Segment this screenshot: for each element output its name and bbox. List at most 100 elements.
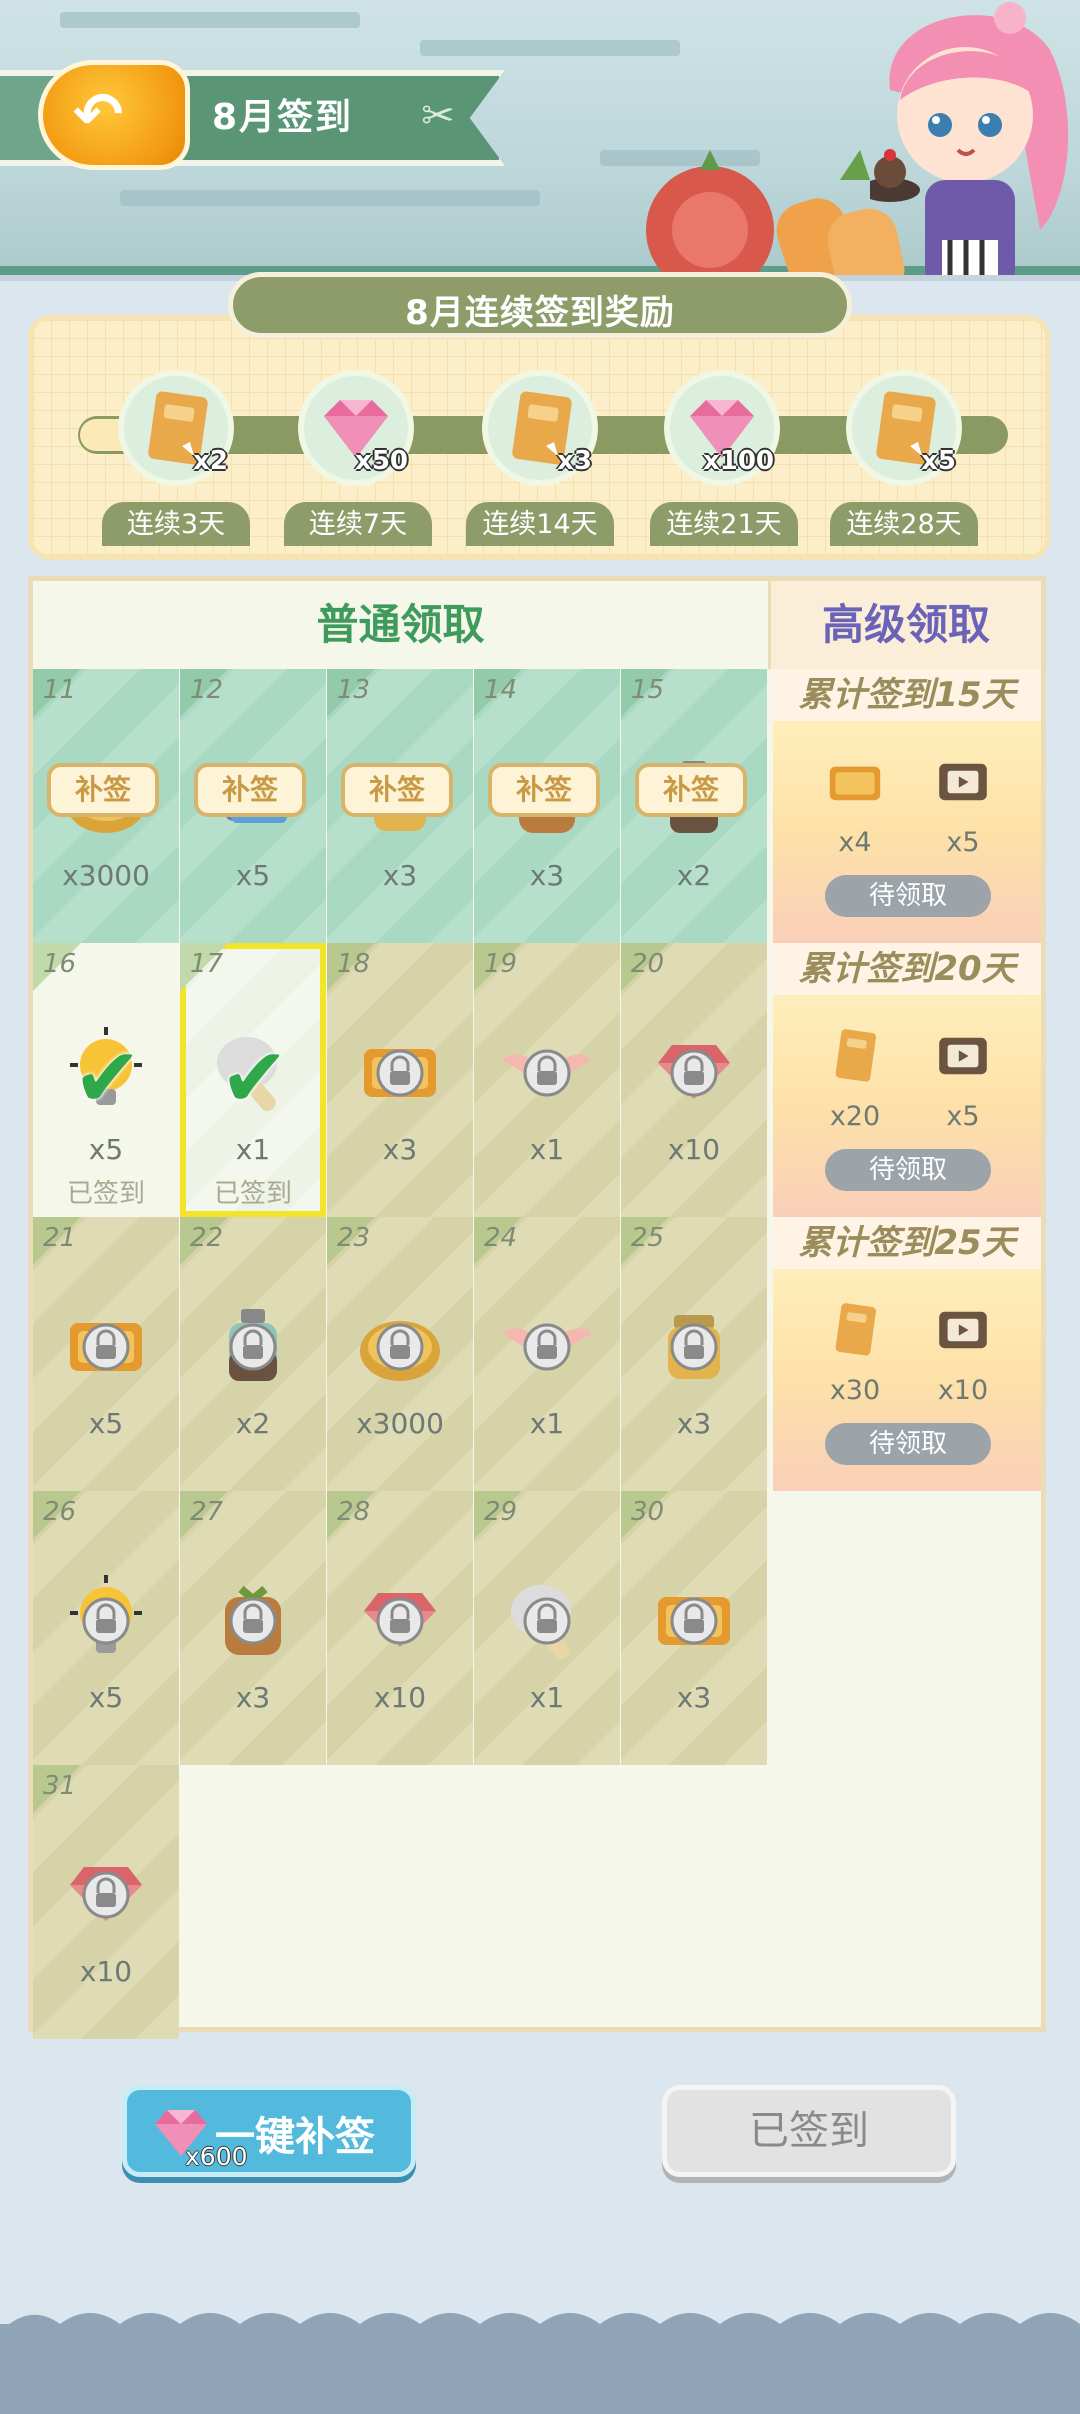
- signed-status: 已签到: [66, 1179, 145, 1209]
- day-cell-13[interactable]: 13 补签 x3: [327, 669, 473, 943]
- tier-reward-qty: x4: [838, 827, 872, 858]
- lightbulb-lock-icon: [56, 1569, 156, 1669]
- streak-title-banner: 8月连续签到奖励: [228, 272, 852, 338]
- day-number: 26: [43, 1497, 77, 1527]
- makeup-sign-badge[interactable]: 补签: [341, 763, 453, 817]
- reward-qty: x3: [235, 1681, 271, 1714]
- makeup-sign-badge[interactable]: 补签: [47, 763, 159, 817]
- day-cell-20[interactable]: 20 x10: [621, 943, 767, 1217]
- premium-claim-header: 高级领取: [771, 581, 1041, 669]
- background-shelf: [60, 12, 360, 28]
- tier-reward-qty: x20: [829, 1101, 881, 1132]
- day-cell-25[interactable]: 25 x3: [621, 1217, 767, 1491]
- day-number: 21: [43, 1223, 77, 1253]
- basic-claim-header: 普通领取: [33, 581, 771, 669]
- day-cell-22[interactable]: 22 x2: [180, 1217, 326, 1491]
- day-number: 29: [484, 1497, 518, 1527]
- day-cell-31[interactable]: 31 x10: [33, 1765, 179, 2039]
- day-number: 24: [484, 1223, 518, 1253]
- day-cell-27[interactable]: 27 x3: [180, 1491, 326, 1765]
- tier-reward-qty: x30: [829, 1375, 881, 1406]
- day-number: 12: [190, 675, 224, 705]
- day-cell-15[interactable]: 15 补签 x2: [621, 669, 767, 943]
- ticket-lock-icon: [644, 1569, 744, 1669]
- reward-qty: x5: [235, 859, 271, 892]
- bottle-lock-icon: [203, 1295, 303, 1395]
- day-number: 16: [43, 949, 77, 979]
- day-cell-18[interactable]: 18 x3: [327, 943, 473, 1217]
- jar-lock-icon: [644, 1295, 744, 1395]
- streak-reward-21[interactable]: x100: [664, 370, 780, 486]
- tier-claim-button[interactable]: 待领取: [825, 1423, 991, 1465]
- premium-tier-2: 累计签到20天 x20 x5 待领取: [773, 943, 1041, 1217]
- tier-title: 累计签到15天: [773, 669, 1041, 721]
- wings-lock-icon: [497, 1021, 597, 1121]
- day-cell-30[interactable]: 30 x3: [621, 1491, 767, 1765]
- tier-reward-qty: x5: [946, 1101, 980, 1132]
- tier-claim-button[interactable]: 待领取: [825, 875, 991, 917]
- day-cell-12[interactable]: 12 补签 x5: [180, 669, 326, 943]
- reward-qty: x2: [235, 1407, 271, 1440]
- checkmark-icon: ✔: [73, 1031, 142, 1126]
- day-number: 15: [631, 675, 665, 705]
- coin-lock-icon: [350, 1295, 450, 1395]
- one-click-makeup-button[interactable]: x600 一键补签: [122, 2085, 416, 2177]
- reward-qty: x3: [676, 1407, 712, 1440]
- utensils-icon: ✂: [421, 93, 455, 139]
- back-button[interactable]: ↶: [38, 60, 190, 170]
- streak-label-21: 连续21天: [650, 502, 798, 546]
- day-number: 31: [43, 1771, 77, 1801]
- sack-lock-icon: [203, 1569, 303, 1669]
- day-cell-23[interactable]: 23 x3000: [327, 1217, 473, 1491]
- streak-reward-28[interactable]: x5: [846, 370, 962, 486]
- background-shelf: [120, 190, 540, 206]
- makeup-sign-badge[interactable]: 补签: [488, 763, 600, 817]
- day-cell-14[interactable]: 14 补签 x3: [474, 669, 620, 943]
- bottom-decoration: [0, 2313, 1080, 2414]
- ticket-icon: [820, 747, 890, 817]
- streak-reward-qty: x100: [702, 446, 774, 476]
- day-number: 19: [484, 949, 518, 979]
- tier-title: 累计签到20天: [773, 943, 1041, 995]
- streak-reward-14[interactable]: x3: [482, 370, 598, 486]
- premium-tier-1: 累计签到15天 x4 x5 待领取: [773, 669, 1041, 943]
- recipe-book-icon: [820, 1021, 890, 1091]
- day-cell-29[interactable]: 29 x1: [474, 1491, 620, 1765]
- streak-label-28: 连续28天: [830, 502, 978, 546]
- day-cell-26[interactable]: 26 x5: [33, 1491, 179, 1765]
- wings-lock-icon: [497, 1295, 597, 1395]
- day-cell-21[interactable]: 21 x5: [33, 1217, 179, 1491]
- streak-reward-7[interactable]: x50: [298, 370, 414, 486]
- signed-button[interactable]: 已签到: [662, 2085, 956, 2177]
- gem-lock-icon: [56, 1843, 156, 1943]
- day-cell-28[interactable]: 28 x10: [327, 1491, 473, 1765]
- makeup-sign-badge[interactable]: 补签: [635, 763, 747, 817]
- day-cell-24[interactable]: 24 x1: [474, 1217, 620, 1491]
- reward-qty: x3: [382, 859, 418, 892]
- makeup-sign-badge[interactable]: 补签: [194, 763, 306, 817]
- streak-reward-qty: x5: [921, 446, 956, 476]
- day-number: 17: [190, 949, 224, 979]
- streak-reward-qty: x2: [193, 446, 228, 476]
- day-cell-11[interactable]: 11 补签 x3000: [33, 669, 179, 943]
- streak-title: 8月连续签到奖励: [405, 293, 675, 333]
- day-number: 25: [631, 1223, 665, 1253]
- recipe-book-icon: [820, 1295, 890, 1365]
- streak-label-7: 连续7天: [284, 502, 432, 546]
- streak-reward-3[interactable]: x2: [118, 370, 234, 486]
- calendar-grid: 普通领取 高级领取 11 补签 x3000 12 补签 x5 13 补签 x3 14 补签 x3 15 补…: [28, 576, 1046, 2039]
- checkmark-icon: ✔: [220, 1031, 289, 1126]
- tier-claim-button[interactable]: 待领取: [825, 1149, 991, 1191]
- day-cell-19[interactable]: 19 x1: [474, 943, 620, 1217]
- day-number: 27: [190, 1497, 224, 1527]
- ticket-lock-icon: [350, 1021, 450, 1121]
- reward-qty: x5: [88, 1407, 124, 1440]
- mascot-character: [870, 2, 1069, 290]
- day-cell-16[interactable]: 16 ✔ x5 已签到: [33, 943, 179, 1217]
- gem-lock-icon: [644, 1021, 744, 1121]
- day-number: 13: [337, 675, 371, 705]
- reward-qty: x10: [79, 1955, 133, 1988]
- day-cell-17[interactable]: 17 ✔ x1 已签到: [180, 943, 326, 1217]
- day-number: 11: [43, 675, 77, 705]
- ticket-lock-icon: [56, 1295, 156, 1395]
